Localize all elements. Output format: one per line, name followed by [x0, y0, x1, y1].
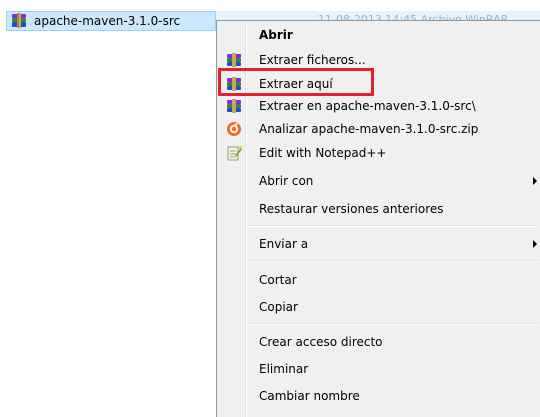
menu-item-copiar[interactable]: Copiar [219, 296, 540, 318]
menu-separator [247, 323, 539, 325]
menu-item-label: Abrir con [259, 174, 314, 188]
menu-separator [247, 260, 539, 262]
menu-item-label: Analizar apache-maven-3.1.0-src.zip [259, 122, 479, 136]
menu-item-label: Extraer en apache-maven-3.1.0-src\ [259, 99, 476, 113]
menu-item-label: Copiar [259, 300, 298, 314]
menu-item-analizar[interactable]: Analizar apache-maven-3.1.0-src.zip [219, 118, 540, 140]
menu-item-abrir-con[interactable]: Abrir con [219, 170, 540, 192]
submenu-arrow-icon [533, 240, 537, 248]
file-item-selected[interactable]: apache-maven-3.1.0-src [6, 11, 216, 31]
notepad-plus-plus-icon [226, 145, 242, 161]
menu-item-enviar-a[interactable]: Enviar a [219, 233, 540, 255]
highlight-annotation-box [218, 68, 374, 96]
avast-icon [226, 121, 242, 137]
menu-item-restaurar[interactable]: Restaurar versiones anteriores [219, 198, 540, 220]
submenu-arrow-icon [533, 177, 537, 185]
winrar-archive-icon [10, 13, 28, 29]
menu-item-label: Extraer ficheros... [259, 53, 366, 67]
menu-item-cambiar-nombre[interactable]: Cambiar nombre [219, 385, 540, 407]
menu-item-label: Abrir [259, 28, 293, 42]
menu-item-extraer-en[interactable]: Extraer en apache-maven-3.1.0-src\ [219, 95, 540, 117]
winrar-icon [226, 98, 242, 114]
menu-item-label: Edit with Notepad++ [259, 146, 387, 160]
menu-item-abrir[interactable]: Abrir [219, 24, 540, 46]
menu-item-eliminar[interactable]: Eliminar [219, 358, 540, 380]
menu-item-crear-acceso-directo[interactable]: Crear acceso directo [219, 331, 540, 353]
menu-item-label: Restaurar versiones anteriores [259, 202, 444, 216]
menu-item-label: Cortar [259, 273, 297, 287]
winrar-icon [226, 52, 242, 68]
explorer-window: 11-08-2013 14:45 Archivo WinRAR apache-m… [0, 0, 540, 417]
menu-item-label: Eliminar [259, 362, 309, 376]
menu-item-label: Crear acceso directo [259, 335, 383, 349]
menu-item-label: Enviar a [259, 237, 309, 251]
menu-item-cortar[interactable]: Cortar [219, 269, 540, 291]
menu-item-label: Cambiar nombre [259, 389, 360, 403]
menu-item-edit-notepad[interactable]: Edit with Notepad++ [219, 142, 540, 164]
menu-separator [247, 225, 539, 227]
file-name: apache-maven-3.1.0-src [34, 14, 181, 28]
